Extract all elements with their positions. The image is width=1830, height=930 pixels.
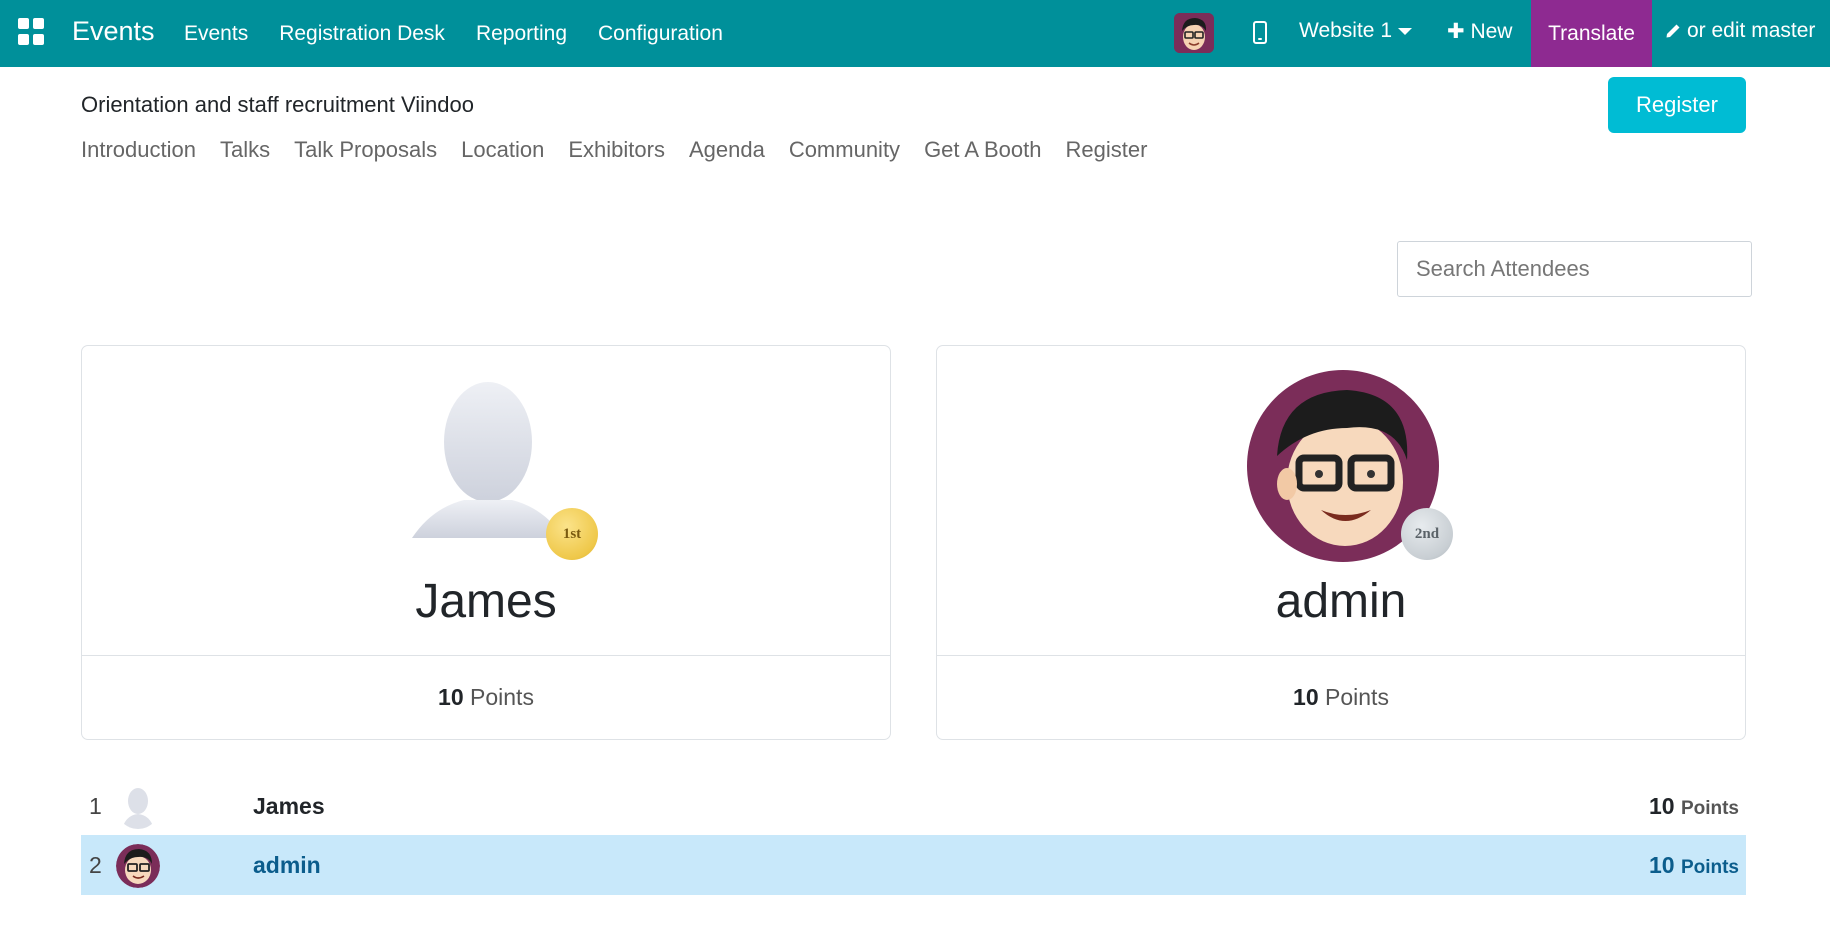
menu-configuration[interactable]: Configuration xyxy=(598,22,723,46)
register-button[interactable]: Register xyxy=(1608,77,1746,133)
tab-talks[interactable]: Talks xyxy=(220,137,270,163)
plus-icon: ✚ xyxy=(1447,20,1465,43)
website-label: Website 1 xyxy=(1299,19,1392,42)
new-button[interactable]: ✚ New xyxy=(1447,19,1512,44)
tab-agenda[interactable]: Agenda xyxy=(689,137,765,163)
search-attendees-input[interactable] xyxy=(1397,241,1752,297)
cartoon-avatar xyxy=(116,844,160,888)
translate-button[interactable]: Translate xyxy=(1531,0,1652,67)
menu-events[interactable]: Events xyxy=(184,22,248,46)
tab-community[interactable]: Community xyxy=(789,137,900,163)
podium-card-second: 2nd admin 10 Points xyxy=(936,345,1746,740)
rank-number: 1 xyxy=(89,792,102,819)
tab-introduction[interactable]: Introduction xyxy=(81,137,196,163)
event-title: Orientation and staff recruitment Viindo… xyxy=(81,92,474,117)
attendee-points: 10 Points xyxy=(1648,792,1739,819)
attendee-name: James xyxy=(253,792,325,819)
caret-down-icon xyxy=(1398,27,1412,35)
gold-medal-badge: 1st xyxy=(546,508,598,560)
leaderboard-row[interactable]: 1 James 10 Points xyxy=(81,776,1746,836)
tab-talk-proposals[interactable]: Talk Proposals xyxy=(294,137,437,163)
menu-registration-desk[interactable]: Registration Desk xyxy=(279,22,445,46)
edit-master-label: or edit master xyxy=(1687,19,1816,42)
event-subnav: Introduction Talks Talk Proposals Locati… xyxy=(81,137,1171,163)
attendee-name: admin xyxy=(253,851,321,878)
tab-register[interactable]: Register xyxy=(1066,137,1148,163)
top-menu: Events Registration Desk Reporting Confi… xyxy=(184,0,754,67)
user-avatar[interactable] xyxy=(1174,13,1214,53)
attendee-points: 10 Points xyxy=(1648,851,1739,878)
leaderboard-row-current-user[interactable]: 2 admin 10 Points xyxy=(81,835,1746,895)
top-navbar: Events Events Registration Desk Reportin… xyxy=(0,0,1830,67)
app-title[interactable]: Events xyxy=(72,16,155,47)
pencil-icon xyxy=(1666,24,1680,38)
tab-location[interactable]: Location xyxy=(461,137,544,163)
new-label: New xyxy=(1470,20,1513,43)
rank-number: 2 xyxy=(89,851,102,878)
silver-medal-badge: 2nd xyxy=(1401,508,1453,560)
menu-reporting[interactable]: Reporting xyxy=(476,22,567,46)
mobile-preview-icon[interactable] xyxy=(1253,21,1267,44)
edit-master-button[interactable]: or edit master xyxy=(1665,19,1815,43)
tab-exhibitors[interactable]: Exhibitors xyxy=(568,137,665,163)
podium-points: 10 Points xyxy=(438,684,534,710)
podium-name: James xyxy=(415,575,557,628)
default-person-icon xyxy=(116,785,160,829)
podium-card-first: 1st James 10 Points xyxy=(81,345,891,740)
apps-menu-icon[interactable] xyxy=(18,18,46,46)
podium-name: admin xyxy=(1275,575,1407,628)
card-divider xyxy=(937,655,1745,656)
card-divider xyxy=(82,655,890,656)
tab-get-a-booth[interactable]: Get A Booth xyxy=(924,137,1041,163)
podium-points: 10 Points xyxy=(1293,684,1389,710)
website-switcher[interactable]: Website 1 xyxy=(1299,19,1412,43)
